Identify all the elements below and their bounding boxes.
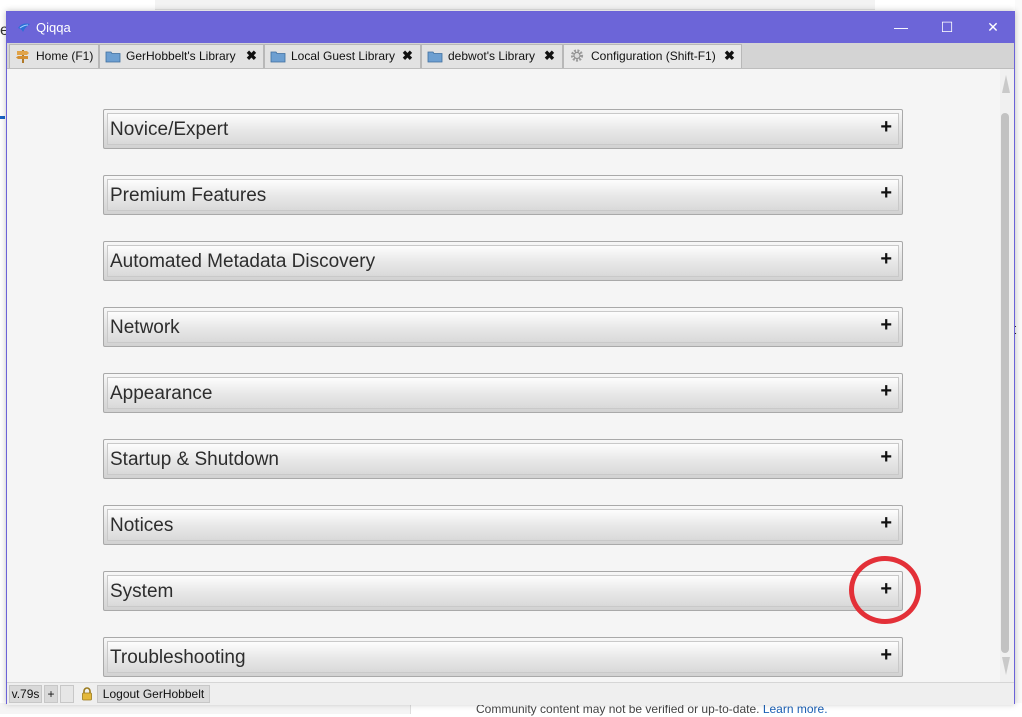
section-title: Troubleshooting <box>110 647 246 668</box>
logout-button[interactable]: Logout GerHobbelt <box>97 685 210 703</box>
tab-bar: Home (F1) GerHobbelt's Library ✖ Local G… <box>7 43 1014 69</box>
section-title: Notices <box>110 515 174 536</box>
gear-icon <box>570 49 584 62</box>
section-notices[interactable]: Notices + <box>103 505 903 545</box>
close-button[interactable]: ✕ <box>970 12 1016 43</box>
tab-home[interactable]: Home (F1) <box>9 44 99 68</box>
expand-plus-icon[interactable]: + <box>880 116 892 139</box>
expand-plus-icon[interactable]: + <box>880 446 892 469</box>
status-plus-button[interactable]: + <box>44 685 58 703</box>
status-blank-button[interactable] <box>60 685 74 703</box>
section-system[interactable]: System + <box>103 571 903 611</box>
home-signpost-icon <box>16 50 29 63</box>
tab-label: Home (F1) <box>36 49 94 63</box>
tab-label: Configuration (Shift-F1) <box>591 49 716 63</box>
section-troubleshooting[interactable]: Troubleshooting + <box>103 637 903 677</box>
tab-close-icon[interactable]: ✖ <box>544 45 555 67</box>
section-startup-shutdown[interactable]: Startup & Shutdown + <box>103 439 903 479</box>
section-title: Network <box>110 317 180 338</box>
section-novice-expert[interactable]: Novice/Expert + <box>103 109 903 149</box>
section-appearance[interactable]: Appearance + <box>103 373 903 413</box>
title-bar[interactable]: Qiqqa — ☐ ✕ <box>7 12 1014 43</box>
background-window-edge <box>155 0 875 10</box>
expand-plus-icon[interactable]: + <box>880 644 892 667</box>
tab-close-icon[interactable]: ✖ <box>246 45 257 67</box>
section-title: Appearance <box>110 383 213 404</box>
section-title: Novice/Expert <box>110 119 229 140</box>
scroll-thumb[interactable] <box>1001 113 1009 653</box>
section-title: Startup & Shutdown <box>110 449 279 470</box>
expand-plus-icon[interactable]: + <box>880 314 892 337</box>
qiqqa-window: Qiqqa — ☐ ✕ Home (F1) GerHobbelt's Libra… <box>6 11 1015 705</box>
folder-icon <box>105 51 121 63</box>
expand-plus-icon[interactable]: + <box>880 380 892 403</box>
minimize-button[interactable]: — <box>878 12 924 43</box>
maximize-button[interactable]: ☐ <box>924 12 970 43</box>
status-bar: v.79s + Logout GerHobbelt <box>7 682 1014 705</box>
folder-icon <box>427 51 443 63</box>
tab-close-icon[interactable]: ✖ <box>724 45 735 67</box>
tab-debwot-library[interactable]: debwot's Library ✖ <box>421 44 563 68</box>
version-label: v.79s <box>9 685 42 703</box>
section-title: System <box>110 581 174 602</box>
tab-label: GerHobbelt's Library <box>126 49 236 63</box>
tab-close-icon[interactable]: ✖ <box>402 45 413 67</box>
tab-local-guest-library[interactable]: Local Guest Library ✖ <box>264 44 421 68</box>
highlight-circle-annotation <box>849 556 921 624</box>
background-right-panel <box>1015 0 1022 714</box>
background-accent-mark <box>0 116 5 119</box>
section-title: Premium Features <box>110 185 267 206</box>
expand-plus-icon[interactable]: + <box>880 512 892 535</box>
scroll-down-arrow-icon[interactable] <box>1002 657 1010 675</box>
tab-label: Local Guest Library <box>291 49 396 63</box>
section-network[interactable]: Network + <box>103 307 903 347</box>
section-premium-features[interactable]: Premium Features + <box>103 175 903 215</box>
tab-gerhobbelt-library[interactable]: GerHobbelt's Library ✖ <box>99 44 264 68</box>
tab-label: debwot's Library <box>448 49 535 63</box>
qiqqa-app-icon <box>18 23 30 32</box>
lock-icon <box>82 687 92 701</box>
vertical-scrollbar[interactable] <box>1000 69 1014 682</box>
window-title: Qiqqa <box>36 20 71 35</box>
folder-icon <box>270 51 286 63</box>
tab-configuration[interactable]: Configuration (Shift-F1) ✖ <box>563 44 742 68</box>
section-automated-metadata-discovery[interactable]: Automated Metadata Discovery + <box>103 241 903 281</box>
section-title: Automated Metadata Discovery <box>110 251 376 272</box>
expand-plus-icon[interactable]: + <box>880 248 892 271</box>
expand-plus-icon[interactable]: + <box>880 182 892 205</box>
scroll-up-arrow-icon[interactable] <box>1002 75 1010 93</box>
